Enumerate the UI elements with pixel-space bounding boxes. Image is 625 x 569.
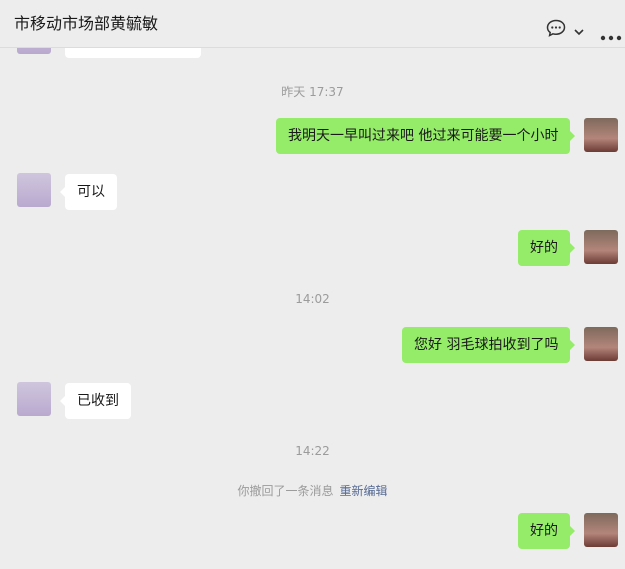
message-bubble (65, 48, 201, 58)
chevron-down-icon[interactable] (573, 22, 585, 41)
timestamp: 14:22 (295, 444, 330, 458)
contact-avatar[interactable] (17, 173, 51, 207)
self-avatar[interactable] (584, 230, 618, 264)
message-bubble: 好的 (518, 230, 575, 266)
self-avatar[interactable] (584, 327, 618, 361)
contact-avatar[interactable] (17, 48, 51, 54)
self-avatar[interactable] (584, 513, 618, 547)
chat-bubble-icon[interactable] (546, 19, 566, 41)
message-bubble: 您好 羽毛球拍收到了吗 (402, 327, 576, 363)
re-edit-link[interactable]: 重新编辑 (340, 484, 388, 498)
message-bubble: 我明天一早叫过来吧 他过来可能要一个小时 (276, 118, 575, 154)
timestamp: 14:02 (295, 292, 330, 306)
message-area[interactable]: 昨天 17:37 我明天一早叫过来吧 他过来可能要一个小时 可以 好的 14:0… (0, 48, 625, 569)
message-bubble: 已收到 (60, 383, 131, 419)
recall-notice: 你撤回了一条消息 重新编辑 (0, 482, 625, 499)
recall-text: 你撤回了一条消息 (237, 484, 334, 498)
chat-title: 市移动市场部黄毓敏 (14, 14, 159, 33)
chat-header: 市移动市场部黄毓敏 (0, 0, 625, 48)
timestamp: 昨天 17:37 (281, 85, 344, 99)
message-bubble: 好的 (518, 513, 575, 549)
self-avatar[interactable] (584, 118, 618, 152)
message-bubble: 可以 (60, 174, 117, 210)
contact-avatar[interactable] (17, 382, 51, 416)
more-dots-icon[interactable] (600, 26, 622, 45)
